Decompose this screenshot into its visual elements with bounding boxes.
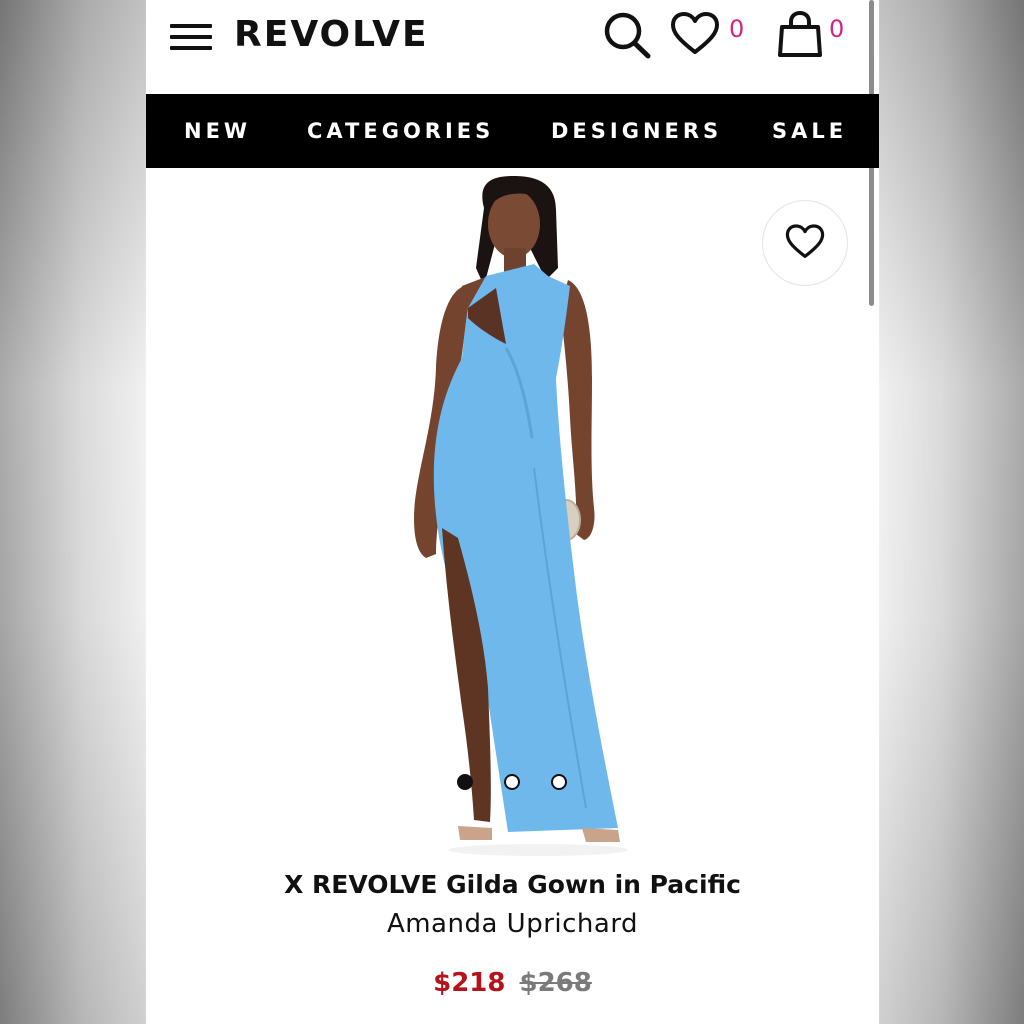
carousel-dot-2[interactable] <box>504 774 520 790</box>
nav-item-sale[interactable]: SALE <box>772 119 847 143</box>
phone-screen: REVOLVE 0 0 NEW CATEGORIES DESIGNERS SAL… <box>146 0 879 1024</box>
original-price: $268 <box>519 968 592 998</box>
wishlist-count: 0 <box>729 15 745 43</box>
product-brand[interactable]: Amanda Uprichard <box>146 909 879 939</box>
bag-count: 0 <box>829 15 845 43</box>
nav-item-designers[interactable]: DESIGNERS <box>551 119 722 143</box>
carousel-dot-1[interactable] <box>457 774 473 790</box>
left-background-band <box>0 0 146 1024</box>
heart-outline-icon <box>785 224 825 258</box>
nav-item-new[interactable]: NEW <box>184 119 251 143</box>
shopping-bag-icon[interactable] <box>776 10 824 58</box>
site-logo[interactable]: REVOLVE <box>234 14 429 55</box>
hamburger-menu-icon[interactable] <box>170 24 212 50</box>
product-title: X REVOLVE Gilda Gown in Pacific <box>284 870 741 899</box>
price-row: $218 $268 <box>146 968 879 998</box>
nav-item-categories[interactable]: CATEGORIES <box>307 119 494 143</box>
site-header: REVOLVE 0 0 <box>146 0 879 94</box>
product-image-carousel[interactable] <box>146 168 879 868</box>
sale-price: $218 <box>433 968 506 998</box>
product-photo <box>414 176 628 856</box>
heart-icon[interactable] <box>670 12 720 56</box>
favorite-button[interactable] <box>762 200 848 286</box>
carousel-dot-3[interactable] <box>551 774 567 790</box>
main-nav: NEW CATEGORIES DESIGNERS SALE <box>146 94 879 168</box>
search-icon[interactable] <box>601 10 653 60</box>
right-background-band <box>878 0 1024 1024</box>
